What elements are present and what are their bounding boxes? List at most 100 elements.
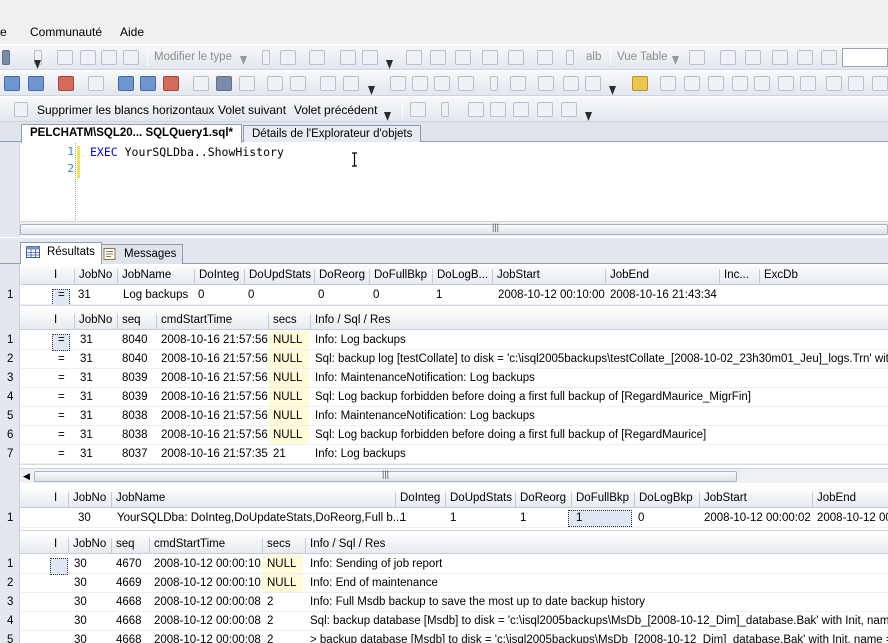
column-header[interactable]: I <box>50 538 57 553</box>
row-number[interactable]: 1 <box>7 558 13 570</box>
column-header[interactable]: JobNo <box>68 492 106 507</box>
add-table-icon[interactable] <box>340 50 356 65</box>
add-table-icon[interactable] <box>563 76 579 91</box>
row-number[interactable]: 1 <box>7 289 13 301</box>
generate-script-icon[interactable] <box>537 50 553 65</box>
table-row[interactable]: = 31 8038 2008-10-16 21:57:56 NULL Info: Main… <box>20 407 888 426</box>
column-header[interactable]: secs <box>268 314 297 329</box>
properties-icon[interactable] <box>684 76 700 91</box>
row-number[interactable]: 6 <box>7 429 13 441</box>
show-sql-icon[interactable] <box>101 50 117 65</box>
column-header[interactable]: JobNo <box>74 314 112 329</box>
row-number[interactable]: 2 <box>7 353 13 365</box>
table-row[interactable]: 30 YourSQLDba: DoInteg,DoUpdateStats,DoR… <box>20 509 888 528</box>
column-header[interactable]: Info / Sql / Res <box>310 314 390 329</box>
show-criteria-icon[interactable] <box>80 50 96 65</box>
undo-icon[interactable] <box>754 76 770 91</box>
sql-script-icon[interactable] <box>410 102 426 117</box>
filter-icon[interactable] <box>848 76 864 91</box>
selected-cell[interactable] <box>50 558 68 575</box>
column-header[interactable]: JobNo <box>74 269 112 284</box>
derived-table-icon[interactable] <box>585 76 601 91</box>
zoom-icon[interactable] <box>720 50 736 65</box>
result-grid-4[interactable]: I JobNo seq cmdStartTime secs Info / Sql… <box>20 535 888 643</box>
column-header[interactable]: cmdStartTime <box>149 538 225 553</box>
chevron-down-icon[interactable] <box>384 112 391 121</box>
column-header[interactable]: I <box>50 314 57 329</box>
group-by-icon[interactable] <box>309 50 325 65</box>
column-header[interactable]: JobEnd <box>605 269 649 284</box>
table-row[interactable]: = 31 8039 2008-10-16 21:57:56 NULL Sql: Log b… <box>20 388 888 407</box>
comment-icon[interactable] <box>193 76 209 91</box>
menu-item-edit[interactable]: e <box>0 25 7 39</box>
column-header[interactable]: DoUpdStats <box>445 492 512 507</box>
column-header[interactable]: I <box>50 492 57 507</box>
table-row[interactable]: 30 4670 2008-10-12 00:00:10 NULL Info: Sendi… <box>20 555 888 575</box>
results-pane-icon[interactable] <box>458 76 474 91</box>
code-line-1[interactable]: EXEC YourSQLDba..ShowHistory <box>90 145 284 159</box>
edit-icon[interactable] <box>708 76 724 91</box>
chevron-down-icon[interactable] <box>386 60 393 69</box>
modify-type-button[interactable]: Modifier le type <box>154 51 232 63</box>
scrollbar-thumb[interactable] <box>20 224 888 235</box>
table-row[interactable]: 30 4668 2008-10-12 00:00:08 2 Sql: backup da… <box>20 612 888 631</box>
verify-icon[interactable] <box>510 76 526 91</box>
view-table-button[interactable]: Vue Table <box>617 51 668 63</box>
debug-icon[interactable] <box>58 76 74 91</box>
connect-icon[interactable] <box>4 76 20 91</box>
table-row[interactable]: = 31 8037 2008-10-16 21:57:35 21 Info: Log ba… <box>20 445 888 464</box>
manage-xml-indexes-icon[interactable] <box>455 50 471 65</box>
column-header[interactable]: JobEnd <box>812 492 856 507</box>
table-row[interactable]: 1 = 31 Log backups 0 0 0 0 1 2008-10-12 … <box>20 286 888 305</box>
row-number[interactable]: 5 <box>7 634 13 643</box>
increase-indent-icon[interactable] <box>343 76 359 91</box>
column-header[interactable]: secs <box>262 538 291 553</box>
next-pane-button[interactable]: Volet suivant <box>218 103 286 117</box>
run-icon[interactable] <box>490 76 498 91</box>
menu-item-help[interactable]: Aide <box>120 25 144 39</box>
table-row[interactable]: = 31 8039 2008-10-16 21:57:56 NULL Info: Main… <box>20 369 888 388</box>
column-header[interactable]: I <box>50 269 57 284</box>
delete-icon[interactable] <box>732 76 748 91</box>
result-grid-3[interactable]: I JobNo JobName DoInteg DoUpdStats DoReo… <box>20 489 888 531</box>
result-grid-2[interactable]: I JobNo seq cmdStartTime secs Info / Sql… <box>20 311 888 465</box>
fulltext-icon[interactable] <box>513 102 529 117</box>
refresh-icon[interactable] <box>800 76 816 91</box>
tab-results[interactable]: Résultats <box>20 242 102 264</box>
tab-messages[interactable]: Messages <box>97 244 184 264</box>
results-to-text-icon[interactable] <box>118 76 134 91</box>
table-row[interactable]: 30 4668 2008-10-12 00:00:08 2 > backup datab… <box>20 631 888 643</box>
arrange-tables-icon[interactable] <box>689 50 705 65</box>
column-header[interactable]: DoReorg <box>515 492 566 507</box>
align-left-icon[interactable] <box>267 76 283 91</box>
relationships-icon[interactable] <box>406 50 422 65</box>
column-header[interactable]: cmdStartTime <box>156 314 232 329</box>
column-header[interactable]: seq <box>111 538 135 553</box>
new-derived-table-icon[interactable] <box>362 50 378 65</box>
align-center-icon[interactable] <box>290 76 306 91</box>
column-header[interactable]: DoUpdStats <box>244 269 311 284</box>
column-header[interactable]: JobName <box>117 269 171 284</box>
scroll-left-icon[interactable]: ◀ <box>23 471 30 482</box>
check-constraints-icon[interactable] <box>482 50 498 65</box>
indexes-icon[interactable] <box>490 102 506 117</box>
table-row[interactable]: 30 4668 2008-10-12 00:00:08 2 Info: Full Msd… <box>20 593 888 612</box>
clock-icon[interactable] <box>778 76 794 91</box>
menu-item-community[interactable]: Communauté <box>30 25 102 39</box>
toolbox-icon[interactable] <box>632 76 648 91</box>
column-header[interactable]: DoInteg <box>395 492 440 507</box>
column-header[interactable]: DoReorg <box>314 269 365 284</box>
column-header[interactable]: JobStart <box>699 492 747 507</box>
editor-horizontal-scrollbar[interactable]: ||| <box>20 221 888 236</box>
table-row[interactable]: = 31 8040 2008-10-16 21:57:56 NULL Info: Log … <box>20 331 888 351</box>
show-results-icon[interactable] <box>123 50 139 65</box>
row-number[interactable]: 1 <box>7 512 13 524</box>
chevron-down-icon[interactable] <box>585 112 592 121</box>
specify-values-icon[interactable] <box>239 76 255 91</box>
remove-horizontal-space-button[interactable]: Supprimer les blancs horizontaux <box>37 103 214 117</box>
uncomment-icon[interactable] <box>216 76 232 91</box>
previous-pane-button[interactable]: Volet précédent <box>294 103 377 117</box>
show-diagram-icon[interactable] <box>57 50 73 65</box>
results-to-file-icon[interactable] <box>163 76 179 91</box>
row-number[interactable]: 7 <box>7 448 13 460</box>
